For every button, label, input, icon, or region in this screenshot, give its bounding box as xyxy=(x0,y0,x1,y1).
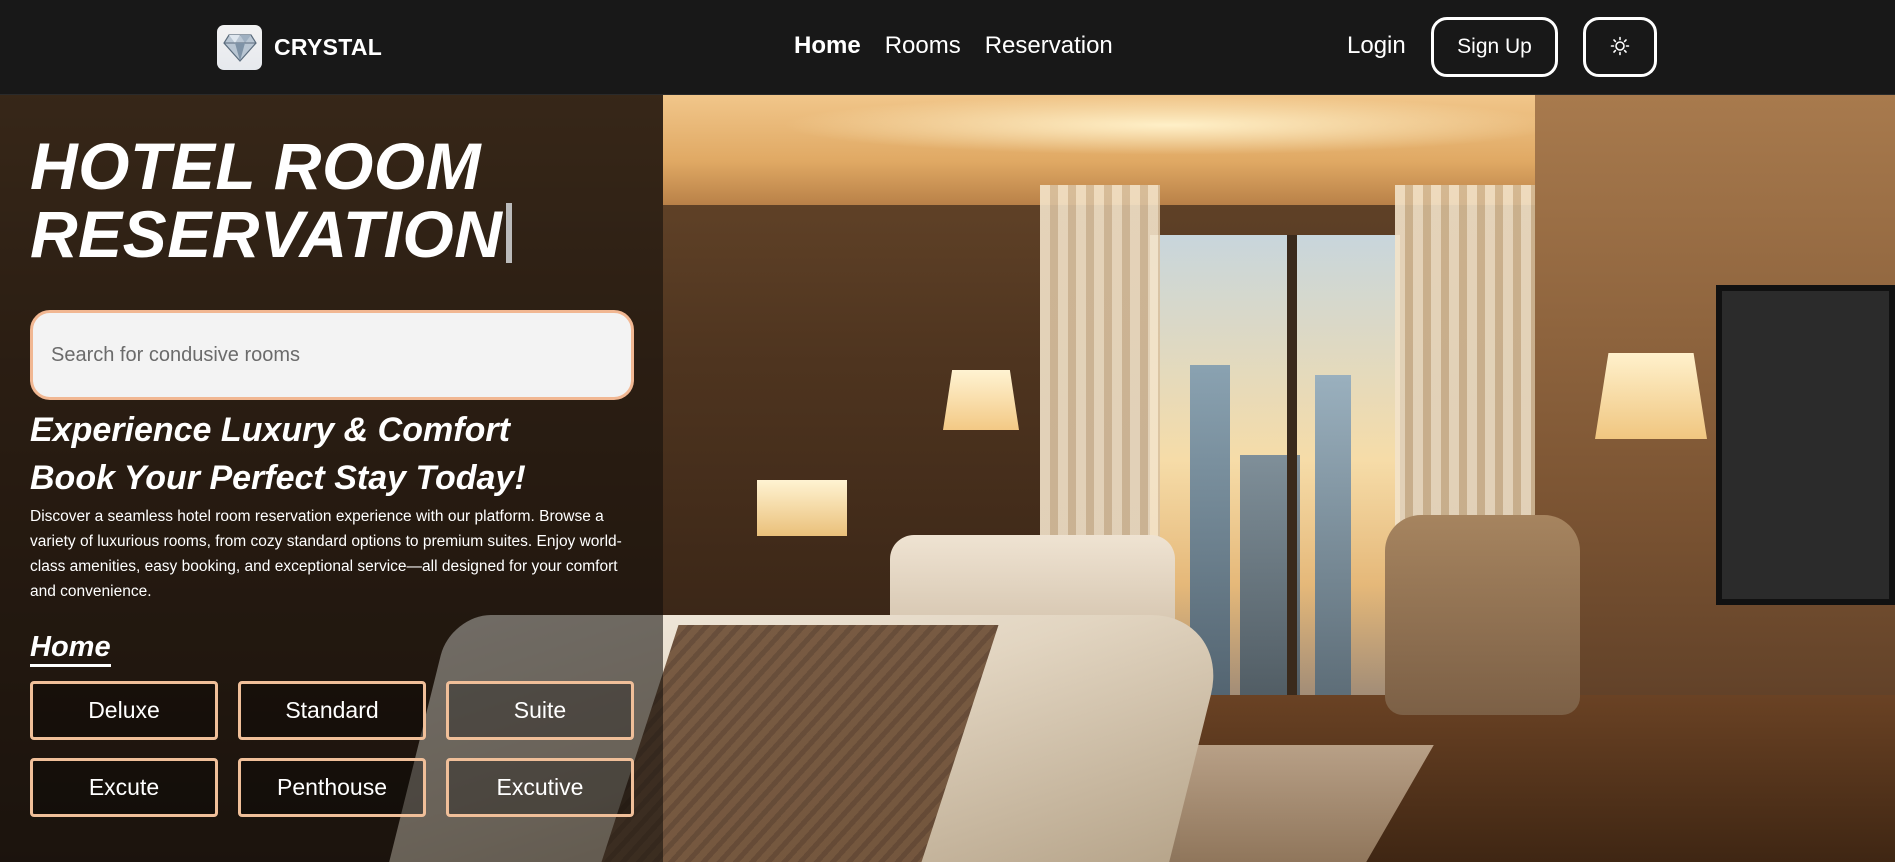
hero-description: Discover a seamless hotel room reservati… xyxy=(30,508,622,600)
room-type-grid: Deluxe Standard Suite Excute Penthouse E… xyxy=(30,681,634,817)
room-type-excute-button[interactable]: Excute xyxy=(30,758,218,817)
brand[interactable]: CRYSTAL xyxy=(217,25,382,70)
navbar: CRYSTAL Home Rooms Reservation Login Sig… xyxy=(0,0,1895,95)
television xyxy=(1716,285,1895,605)
search-input[interactable] xyxy=(30,310,634,400)
window-frame xyxy=(1287,235,1297,735)
tagline: Experience Luxury & Comfort Book Your Pe… xyxy=(30,406,634,502)
section-label-home: Home xyxy=(30,630,111,667)
table-lamp xyxy=(757,480,847,536)
room-type-penthouse-button[interactable]: Penthouse xyxy=(238,758,426,817)
hero-title-line2: RESERVATION xyxy=(30,197,503,271)
brand-name: CRYSTAL xyxy=(274,34,383,60)
armchair xyxy=(1385,515,1580,715)
nav-link-home[interactable]: Home xyxy=(794,32,861,60)
skyscraper xyxy=(1315,375,1351,735)
room-type-excutive-button[interactable]: Excutive xyxy=(446,758,634,817)
hero-title: HOTEL ROOM RESERVATION xyxy=(30,132,634,268)
room-type-deluxe-button[interactable]: Deluxe xyxy=(30,681,218,740)
theme-toggle-button[interactable] xyxy=(1583,17,1657,77)
room-type-standard-button[interactable]: Standard xyxy=(238,681,426,740)
hero-content: HOTEL ROOM RESERVATION Experience Luxury… xyxy=(30,95,634,817)
signup-button[interactable]: Sign Up xyxy=(1431,17,1558,77)
login-link[interactable]: Login xyxy=(1347,32,1406,60)
tagline-line2: Book Your Perfect Stay Today! xyxy=(30,459,526,497)
nav-link-rooms[interactable]: Rooms xyxy=(885,32,961,60)
nav-link-reservation[interactable]: Reservation xyxy=(985,32,1113,60)
typing-caret xyxy=(506,203,513,263)
tagline-line1: Experience Luxury & Comfort xyxy=(30,411,510,449)
floor-lamp xyxy=(943,370,1019,430)
main-nav: Home Rooms Reservation xyxy=(794,32,1113,60)
ceiling-light xyxy=(780,95,1560,155)
hero-title-line1: HOTEL ROOM xyxy=(30,129,482,203)
floor-lamp xyxy=(1595,353,1707,439)
room-type-suite-button[interactable]: Suite xyxy=(446,681,634,740)
sun-icon xyxy=(1610,36,1630,59)
diamond-icon xyxy=(217,25,262,70)
